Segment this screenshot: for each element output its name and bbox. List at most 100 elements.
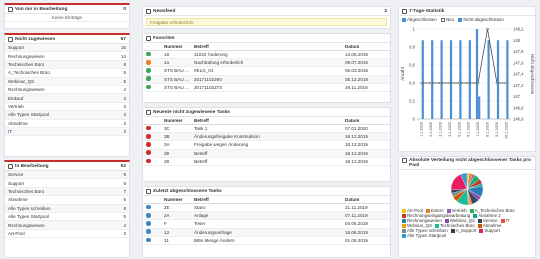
table-row[interactable]: 3C Task 1 07.01.2020 xyxy=(143,125,390,134)
col-date[interactable]: Datum xyxy=(345,118,387,123)
table-row[interactable]: STS BAU ... 20171102273 29.11.2018 xyxy=(143,84,390,92)
list-item-count: 2 xyxy=(123,120,126,126)
panel-header: Neueste nicht zugewiesene Tasks xyxy=(143,108,390,117)
table-row[interactable]: 38 Betreff 18.12.2019 xyxy=(143,158,390,166)
legend-label: Nicht abgeschlossen xyxy=(463,17,504,22)
list-item-count: 15 xyxy=(120,45,126,51)
table-row[interactable]: 18 11022 Änderung 14.08.2019 xyxy=(143,51,390,60)
list-item[interactable]: Support 9 xyxy=(5,179,129,188)
cell-number: STS BAU ... xyxy=(164,68,189,74)
panel-header: Newsfeed 2 xyxy=(143,7,390,16)
status-cell xyxy=(146,76,164,82)
x-tick-label: 4.1.2020 xyxy=(448,122,452,137)
list-item-label: Technisches Büro xyxy=(8,61,45,67)
list-item[interactable]: Vertrieb 3 xyxy=(5,103,129,112)
table-row[interactable]: 2E Stanc 21.11.2019 xyxy=(143,204,390,213)
legend-item[interactable]: Nicht abgeschlossen xyxy=(458,17,504,22)
col-date[interactable]: Datum xyxy=(345,44,387,49)
col-number[interactable]: Nummer xyxy=(164,118,194,123)
cell-subject: Freigabe wegen Änderung xyxy=(194,142,249,148)
cell-subject: Nachtrafung erforderlich xyxy=(194,60,244,66)
legend-label: Abgeschlossen xyxy=(407,17,437,22)
panel-newest-unassigned: Neueste nicht zugewiesene Tasks Nummer Be… xyxy=(142,107,391,182)
legend-item[interactable]: Support xyxy=(479,228,500,233)
cell-number: 2A xyxy=(164,213,170,219)
list-item-count: 4 xyxy=(123,87,126,93)
list-item-label: Service xyxy=(8,172,24,178)
cell-date: 07.11.2019 xyxy=(345,213,368,219)
list-item[interactable]: Alle Typen schreiben 5 xyxy=(5,204,129,213)
col-subject[interactable]: Betreff xyxy=(194,118,345,123)
table-row[interactable]: 39 Betreff 18.12.2019 xyxy=(143,149,390,158)
legend-item[interactable]: Neu xyxy=(441,17,454,22)
list-item[interactable]: Technisches Büro 8 xyxy=(5,60,129,70)
list-item-count: 8 xyxy=(123,70,126,76)
col-subject[interactable]: Betreff xyxy=(194,197,345,202)
table-header: Nummer Betreff Datum xyxy=(143,43,390,51)
panel-title: Newsfeed xyxy=(153,8,176,14)
table-row[interactable]: STS BAU ... #ELG_01 06.03.2019 xyxy=(143,67,390,76)
cell-number: 39 xyxy=(164,150,170,156)
list-item[interactable]: Rechnungswesen 14 xyxy=(5,52,129,61)
status-dot-icon xyxy=(146,229,151,234)
list-item[interactable]: A_Technisches Büro 8 xyxy=(5,69,129,78)
status-cell xyxy=(146,237,164,244)
y-tick-label: 0,2 xyxy=(409,99,415,104)
list-item-count: 2 xyxy=(123,129,126,135)
cell-date: 04.06.2019 xyxy=(345,221,368,227)
cell-date: 18.12.2019 xyxy=(345,142,368,148)
y2-tick-label: 147,2 xyxy=(513,83,524,88)
legend-swatch xyxy=(402,233,406,238)
legend-swatch xyxy=(441,17,446,22)
empty-label: Keine Einträge xyxy=(51,15,83,21)
status-dot-icon xyxy=(146,237,151,243)
list-item-count: 3 xyxy=(123,95,126,101)
list-item[interactable]: Abnahme 5 xyxy=(5,196,129,205)
table-row[interactable]: 3B Änderungsfreigabe Konstruktion 18.12.20… xyxy=(143,133,390,142)
legend-item[interactable]: Alle Typen Startpool xyxy=(402,233,446,238)
panel-distribution: Absolute Verteilung nicht abgeschlossene… xyxy=(398,156,536,258)
list-item[interactable]: Einkauf 3 xyxy=(5,94,129,103)
list-item[interactable]: Abnahme 2 xyxy=(5,120,129,128)
list-item[interactable]: Service 9 xyxy=(5,171,129,180)
list-item[interactable]: Support 15 xyxy=(5,44,129,53)
list-item[interactable]: Alle Typen Startpool 5 xyxy=(5,213,129,222)
warning-message[interactable]: Freigabe erforderlich! xyxy=(146,18,387,26)
table-row[interactable]: 13 Änderungsanfrage 16.06.2019 xyxy=(143,228,390,237)
count-badge: 52 xyxy=(120,164,126,169)
cell-number: 3B xyxy=(164,134,170,140)
table-row[interactable]: F Teser 04.06.2019 xyxy=(143,220,390,229)
list-item[interactable]: Webinar_QS 5 xyxy=(5,77,129,86)
cell-number: 2E xyxy=(164,205,170,211)
y-tick-label: 0,8 xyxy=(409,45,415,50)
list-item[interactable]: Rechnungswesen 4 xyxy=(5,221,129,230)
pool-list: Service 9 Support 9 Technisches Büro 7 Abnahme… xyxy=(5,171,129,239)
legend-label: Alle Typen Startpool xyxy=(407,233,447,238)
table-row[interactable]: STS BAU ... 20171102290 05.12.2018 xyxy=(143,75,390,84)
col-subject[interactable]: Betreff xyxy=(194,44,345,49)
list-item[interactable]: Rechnungswesen 4 xyxy=(5,86,129,95)
table-row[interactable]: 1a Nachtrafung erforderlich 09.07.2019 xyxy=(143,59,390,68)
col-number[interactable]: Nummer xyxy=(164,44,194,49)
list-item[interactable]: Alle Typen Startpool 3 xyxy=(5,111,129,120)
x-tick-label: 1.1.2020 xyxy=(420,122,424,137)
list-item[interactable]: Technisches Büro 7 xyxy=(5,187,129,197)
cell-subject: Anlage xyxy=(194,213,209,219)
count-badge: 67 xyxy=(120,37,126,42)
list-item-count: 9 xyxy=(123,172,126,178)
list-item[interactable]: Art-Pool 3 xyxy=(5,230,129,239)
table-row[interactable]: 2A Anlage 07.11.2019 xyxy=(143,212,390,221)
y2-tick-label: 147,4 xyxy=(513,72,524,77)
col-number[interactable]: Nummer xyxy=(164,197,194,202)
table-row[interactable]: 11 Bitte Menge Ändern 01.06.2019 xyxy=(143,237,390,245)
legend-label: A_Support xyxy=(455,228,477,233)
list-item[interactable]: IT 2 xyxy=(5,127,129,137)
legend-item[interactable]: A_Support xyxy=(450,228,477,233)
seven-day-chart: 1 0,8 0,6 0,4 0,2 0 148,2 148 147,8 147,6 147,4 147… xyxy=(400,27,535,139)
col-date[interactable]: Datum xyxy=(345,197,387,202)
panel-title: Neueste nicht zugewiesene Tasks xyxy=(153,109,230,115)
table-row[interactable]: 3A Freigabe wegen Änderung 18.12.2019 xyxy=(143,141,390,150)
legend-item[interactable]: Abgeschlossen xyxy=(402,17,437,22)
panel-title: Zuletzt abgeschlossene Tasks xyxy=(153,188,222,194)
list-item-label: Rechnungswesen xyxy=(8,222,45,228)
